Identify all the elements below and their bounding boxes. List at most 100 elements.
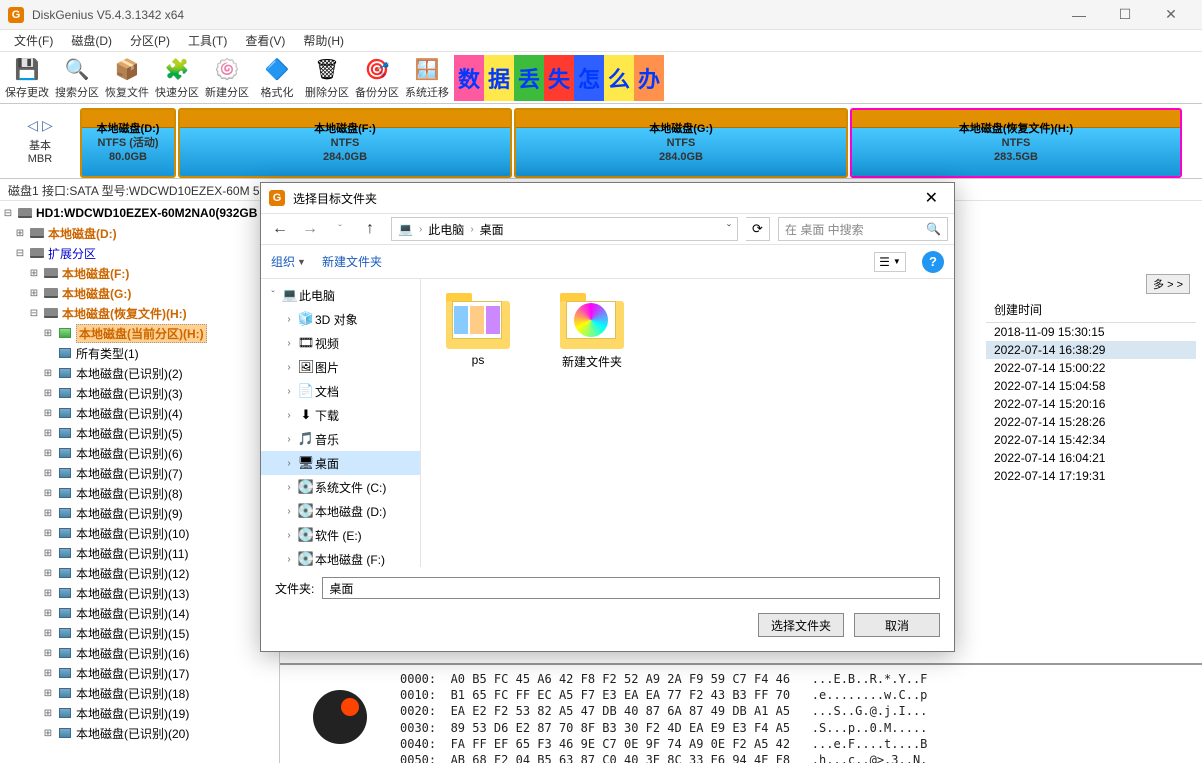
expand-icon[interactable]: ›	[281, 482, 297, 493]
tree-item[interactable]: ⊞本地磁盘(已识别)(4)	[0, 403, 279, 423]
tree-item[interactable]: ⊞本地磁盘(已识别)(19)	[0, 703, 279, 723]
toolbar-button[interactable]: 🪟系统迁移	[402, 53, 452, 103]
new-folder-button[interactable]: 新建文件夹	[322, 253, 382, 270]
tree-item[interactable]: ⊟本地磁盘(恢复文件)(H:)	[0, 303, 279, 323]
partition-block[interactable]: 本地磁盘(D:)NTFS (活动)80.0GB	[80, 108, 176, 178]
toolbar-button[interactable]: 🗑删除分区	[302, 53, 352, 103]
expand-icon[interactable]: ›	[281, 530, 297, 541]
expand-icon[interactable]: ⊞	[42, 548, 54, 559]
tree-item[interactable]: ⊞本地磁盘(已识别)(6)	[0, 443, 279, 463]
dialog-tree-item[interactable]: ›💽本地磁盘 (D:)	[261, 499, 420, 523]
expand-icon[interactable]: ›	[281, 386, 297, 397]
crumb-pc[interactable]: 此电脑	[428, 221, 464, 238]
crumb-dropdown-icon[interactable]: ˇ	[727, 222, 731, 236]
dialog-tree-item[interactable]: ›🖼图片	[261, 355, 420, 379]
expand-icon[interactable]: ⊞	[42, 468, 54, 479]
breadcrumb[interactable]: 💻 › 此电脑 › 桌面 ˇ	[391, 217, 738, 241]
ad-banner[interactable]: 数据丢失怎么办	[454, 55, 664, 101]
tree-item[interactable]: ⊞本地磁盘(G:)	[0, 283, 279, 303]
help-icon[interactable]: ?	[922, 251, 944, 273]
tree-item[interactable]: ⊟扩展分区	[0, 243, 279, 263]
expand-icon[interactable]: ⊞	[42, 628, 54, 639]
organize-button[interactable]: 组织▼	[271, 253, 306, 270]
expand-icon[interactable]: ⊞	[42, 648, 54, 659]
tree-item[interactable]: ⊞本地磁盘(已识别)(13)	[0, 583, 279, 603]
tree-item[interactable]: ⊞本地磁盘(F:)	[0, 263, 279, 283]
cancel-button[interactable]: 取消	[854, 613, 940, 637]
toolbar-button[interactable]: 🔍搜索分区	[52, 53, 102, 103]
tree-item[interactable]: ⊞本地磁盘(已识别)(9)	[0, 503, 279, 523]
crumb-desktop[interactable]: 桌面	[480, 221, 504, 238]
file-item[interactable]: 新建文件夹	[547, 291, 637, 370]
menu-item[interactable]: 磁盘(D)	[63, 30, 120, 51]
expand-icon[interactable]: ⊞	[42, 368, 54, 379]
next-disk-icon[interactable]: ▷	[42, 117, 53, 133]
dialog-tree-item[interactable]: ›🧊3D 对象	[261, 307, 420, 331]
tree-item[interactable]: ⊞本地磁盘(已识别)(7)	[0, 463, 279, 483]
time-row[interactable]: 2022-07-14 15:28:26	[986, 413, 1196, 431]
tree-item[interactable]: ⊞本地磁盘(已识别)(2)	[0, 363, 279, 383]
menu-item[interactable]: 工具(T)	[180, 30, 235, 51]
expand-icon[interactable]: ›	[281, 362, 297, 373]
toolbar-button[interactable]: 🧩快速分区	[152, 53, 202, 103]
dialog-tree-item[interactable]: ›⬇下载	[261, 403, 420, 427]
nav-forward-icon[interactable]: →	[297, 216, 323, 242]
tree-item[interactable]: ⊞本地磁盘(D:)	[0, 223, 279, 243]
expand-icon[interactable]: ⊞	[42, 568, 54, 579]
expand-icon[interactable]: ⊞	[42, 488, 54, 499]
expand-icon[interactable]: ⊞	[42, 668, 54, 679]
time-row[interactable]: 2022-07-14 16:38:29	[986, 341, 1196, 359]
tree-root[interactable]: ⊟ HD1:WDCWD10EZEX-60M2NA0(932GB	[0, 203, 279, 223]
expand-icon[interactable]: ⊞	[42, 448, 54, 459]
expand-icon[interactable]: ⊞	[28, 268, 40, 279]
expand-icon[interactable]: ⊞	[28, 288, 40, 299]
tree-item[interactable]: ⊞本地磁盘(已识别)(16)	[0, 643, 279, 663]
toolbar-button[interactable]: 🍥新建分区	[202, 53, 252, 103]
toolbar-button[interactable]: 🔷格式化	[252, 53, 302, 103]
more-button[interactable]: 多 > >	[1146, 274, 1190, 294]
expand-icon[interactable]: ⊞	[42, 708, 54, 719]
time-row[interactable]: 2022-07-14 15:42:34	[986, 431, 1196, 449]
tree-item[interactable]: ⊞本地磁盘(已识别)(11)	[0, 543, 279, 563]
expand-icon[interactable]: ⊟	[14, 248, 26, 259]
folder-input[interactable]	[322, 577, 940, 599]
tree-item[interactable]: ⊞本地磁盘(已识别)(8)	[0, 483, 279, 503]
close-button[interactable]: ✕	[1148, 0, 1194, 30]
nav-history-icon[interactable]: ˇ	[327, 216, 353, 242]
nav-up-icon[interactable]: ↑	[357, 216, 383, 242]
expand-icon[interactable]: ⊞	[42, 328, 54, 339]
tree-item[interactable]: 所有类型(1)	[0, 343, 279, 363]
time-row[interactable]: 2018-11-09 15:30:15	[986, 323, 1196, 341]
menu-item[interactable]: 帮助(H)	[295, 30, 352, 51]
dialog-tree-item[interactable]: ›💽本地磁盘 (F:)	[261, 547, 420, 567]
expand-icon[interactable]: ⊞	[42, 528, 54, 539]
expand-icon[interactable]: ⊞	[42, 608, 54, 619]
expand-icon[interactable]: ⊞	[42, 728, 54, 739]
expand-icon[interactable]: ⊞	[42, 688, 54, 699]
tree-item[interactable]: ⊞本地磁盘(已识别)(5)	[0, 423, 279, 443]
time-row[interactable]: 2022-07-14 15:00:22	[986, 359, 1196, 377]
expand-icon[interactable]: ›	[281, 434, 297, 445]
partition-block[interactable]: 本地磁盘(G:)NTFS284.0GB	[514, 108, 848, 178]
tree-item[interactable]: ⊞本地磁盘(当前分区)(H:)	[0, 323, 279, 343]
expand-icon[interactable]: ›	[281, 314, 297, 325]
minimize-button[interactable]: —	[1056, 0, 1102, 30]
tree-item[interactable]: ⊞本地磁盘(已识别)(12)	[0, 563, 279, 583]
expand-icon[interactable]: ˇ	[265, 290, 281, 301]
tree-item[interactable]: ⊞本地磁盘(已识别)(20)	[0, 723, 279, 743]
time-row[interactable]: 2022-07-14 15:20:16	[986, 395, 1196, 413]
toolbar-button[interactable]: 📦恢复文件	[102, 53, 152, 103]
time-row[interactable]: 2022-07-14 15:04:58	[986, 377, 1196, 395]
dialog-tree-item[interactable]: ›🖥桌面	[261, 451, 420, 475]
time-row[interactable]: 2022-07-14 17:19:31	[986, 467, 1196, 485]
partition-block[interactable]: 本地磁盘(恢复文件)(H:)NTFS283.5GB	[850, 108, 1182, 178]
dialog-tree-item[interactable]: ›🎞视频	[261, 331, 420, 355]
expand-icon[interactable]: ⊞	[42, 588, 54, 599]
dialog-tree-item[interactable]: ˇ💻此电脑	[261, 283, 420, 307]
tree-item[interactable]: ⊞本地磁盘(已识别)(10)	[0, 523, 279, 543]
time-row[interactable]: 2022-07-14 16:04:21	[986, 449, 1196, 467]
dialog-tree-item[interactable]: ›🎵音乐	[261, 427, 420, 451]
view-mode-button[interactable]: ☰▼	[874, 252, 906, 272]
dialog-close-icon[interactable]: ✕	[917, 188, 946, 208]
menu-item[interactable]: 查看(V)	[237, 30, 293, 51]
